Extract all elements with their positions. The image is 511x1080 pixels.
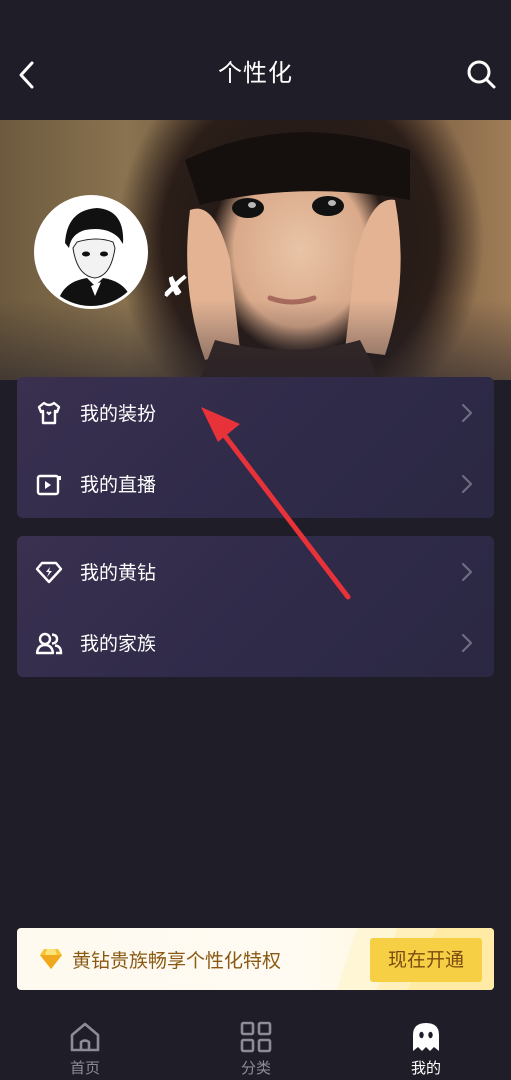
bottom-tab-bar: 首页 分类 我的 bbox=[0, 1006, 511, 1080]
menu-item-my-live[interactable]: 我的直播 bbox=[17, 448, 494, 518]
user-avatar[interactable] bbox=[34, 195, 148, 309]
live-video-icon bbox=[36, 474, 61, 496]
chevron-right-icon bbox=[461, 562, 473, 582]
search-icon bbox=[467, 60, 496, 89]
tab-category[interactable]: 分类 bbox=[196, 1006, 316, 1080]
menu-item-my-yellow-diamond[interactable]: 我的黄钻 bbox=[17, 536, 494, 606]
tab-label: 分类 bbox=[240, 1059, 271, 1077]
menu-item-label: 我的装扮 bbox=[80, 403, 157, 425]
grid-icon bbox=[240, 1021, 272, 1053]
group-icon bbox=[35, 632, 63, 655]
home-icon bbox=[70, 1022, 100, 1052]
menu-item-label: 我的家族 bbox=[80, 633, 157, 655]
menu-item-label: 我的黄钻 bbox=[80, 562, 157, 584]
open-now-button[interactable]: 现在开通 bbox=[370, 938, 482, 982]
search-button[interactable] bbox=[463, 56, 499, 92]
yellow-diamond-icon bbox=[40, 949, 62, 969]
menu-item-my-outfit[interactable]: 我的装扮 bbox=[17, 377, 494, 447]
page-title: 个性化 bbox=[218, 59, 293, 87]
menu-item-label: 我的直播 bbox=[80, 474, 157, 496]
diamond-icon bbox=[35, 561, 63, 584]
tab-home[interactable]: 首页 bbox=[25, 1006, 145, 1080]
chevron-right-icon bbox=[461, 403, 473, 423]
top-bar: 个性化 bbox=[0, 0, 511, 120]
ghost-icon bbox=[413, 1023, 439, 1051]
yellow-diamond-promo-banner[interactable]: 黄钻贵族畅享个性化特权 现在开通 bbox=[17, 928, 494, 990]
promo-text: 黄钻贵族畅享个性化特权 bbox=[72, 950, 282, 972]
chevron-right-icon bbox=[461, 474, 473, 494]
shirt-icon bbox=[37, 401, 61, 425]
menu-item-my-family[interactable]: 我的家族 bbox=[17, 607, 494, 677]
tab-label: 首页 bbox=[69, 1059, 100, 1077]
tab-label: 我的 bbox=[410, 1059, 441, 1077]
chevron-right-icon bbox=[461, 633, 473, 653]
menu-card-1: 我的装扮 我的直播 bbox=[17, 377, 494, 518]
tab-mine[interactable]: 我的 bbox=[366, 1006, 486, 1080]
menu-card-2: 我的黄钻 我的家族 bbox=[17, 536, 494, 677]
